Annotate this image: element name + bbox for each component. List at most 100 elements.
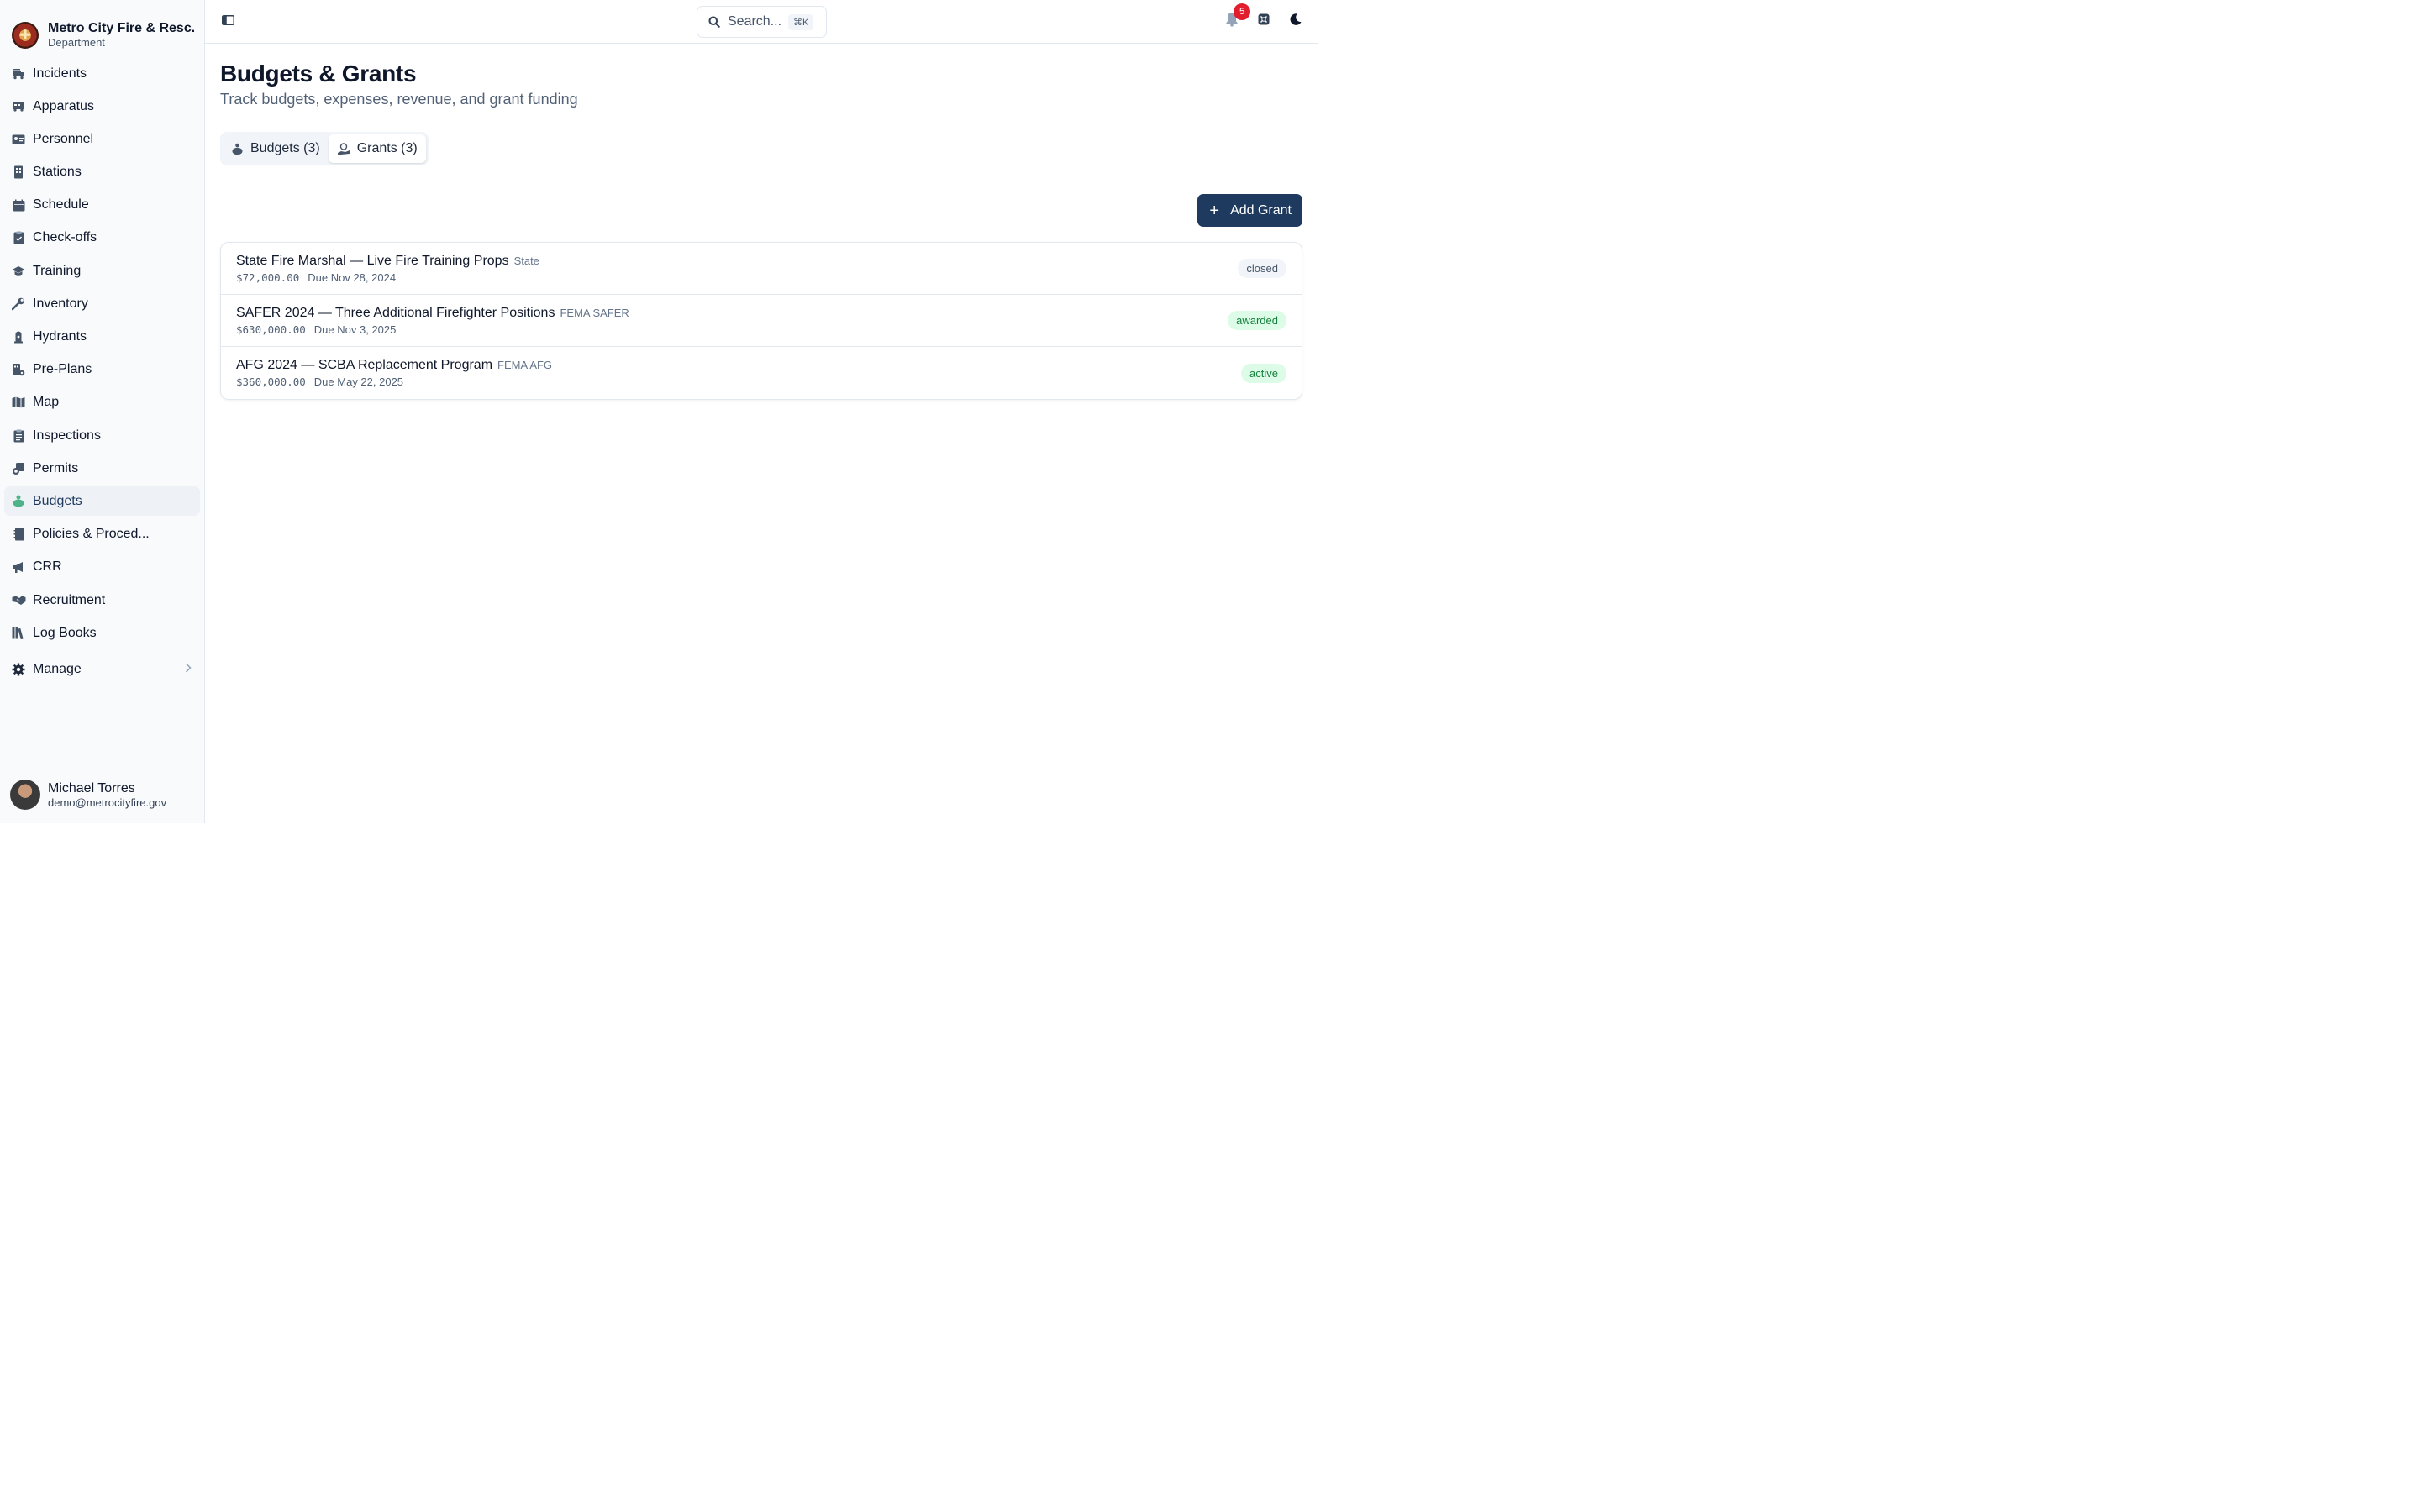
sidebar-item-label: Permits (33, 460, 79, 475)
sidebar-item-label: CRR (33, 559, 62, 575)
sidebar-item-label: Check-offs (33, 230, 97, 245)
graduation-cap-icon (11, 264, 26, 279)
sidebar-nav: Incidents Apparatus Personnel Stations S… (0, 59, 204, 687)
notifications-button[interactable]: 5 (1225, 3, 1250, 31)
clipboard-list-icon (11, 428, 26, 444)
sidebar-item-check-offs[interactable]: Check-offs (4, 223, 200, 253)
grant-list: State Fire Marshal — Live Fire Training … (220, 242, 1302, 400)
sidebar-item-policies[interactable]: Policies & Proced... (4, 520, 200, 549)
sidebar-item-label: Map (33, 395, 60, 410)
sidebar-item-personnel[interactable]: Personnel (4, 124, 200, 154)
search-button[interactable]: Search... ⌘K (697, 6, 827, 38)
page-title: Budgets & Grants (220, 60, 417, 87)
grant-row[interactable]: State Fire Marshal — Live Fire Training … (221, 243, 1302, 295)
sidebar-item-crr[interactable]: CRR (4, 553, 200, 582)
gear-icon (11, 662, 26, 677)
grant-title: State Fire Marshal — Live Fire Training … (236, 253, 509, 268)
dark-mode-icon[interactable] (1289, 13, 1302, 30)
org-subtitle: Department (48, 35, 105, 49)
calendar-icon (11, 197, 26, 213)
grant-due-date: Due May 22, 2025 (313, 375, 404, 388)
sidebar-item-apparatus[interactable]: Apparatus (4, 92, 200, 121)
sidebar-item-label: Stations (33, 165, 82, 180)
chevron-right-icon (185, 662, 192, 677)
sidebar-item-hydrants[interactable]: Hydrants (4, 323, 200, 352)
sidebar-item-label: Training (33, 263, 82, 278)
building-icon (11, 165, 26, 180)
sidebar: Metro City Fire & Resc... Department Inc… (0, 0, 205, 823)
grant-source: FEMA SAFER (560, 306, 629, 319)
status-badge: awarded (1228, 311, 1286, 330)
sidebar-item-map[interactable]: Map (4, 388, 200, 417)
id-card-icon (11, 132, 26, 147)
building-plan-icon (11, 362, 26, 377)
sidebar-item-incidents[interactable]: Incidents (4, 59, 200, 88)
sidebar-item-log-books[interactable]: Log Books (4, 618, 200, 648)
books-icon (11, 626, 26, 641)
sidebar-item-manage[interactable]: Manage (4, 654, 200, 684)
status-badge: closed (1238, 259, 1286, 278)
org-name: Metro City Fire & Resc... (48, 21, 194, 36)
page-subtitle: Track budgets, expenses, revenue, and gr… (220, 91, 578, 108)
sidebar-item-inventory[interactable]: Inventory (4, 289, 200, 318)
sidebar-item-stations[interactable]: Stations (4, 158, 200, 187)
sidebar-item-budgets[interactable]: Budgets (4, 486, 200, 517)
grant-row[interactable]: SAFER 2024 — Three Additional Firefighte… (221, 295, 1302, 347)
sidebar-item-inspections[interactable]: Inspections (4, 421, 200, 450)
fire-truck-icon (11, 66, 26, 81)
tab-grants[interactable]: Grants (3) (328, 134, 426, 163)
clipboard-check-icon (11, 230, 26, 245)
search-shortcut: ⌘K (788, 13, 814, 30)
add-grant-button[interactable]: + Add Grant (1197, 194, 1302, 227)
grant-amount: $72,000.00 (236, 270, 300, 284)
plus-icon: + (1209, 201, 1220, 220)
stamp-icon (11, 461, 26, 476)
sidebar-item-training[interactable]: Training (4, 256, 200, 286)
notification-badge: 5 (1234, 3, 1250, 20)
sidebar-item-label: Policies & Proced... (33, 527, 150, 542)
grant-amount: $630,000.00 (236, 323, 306, 336)
map-icon (11, 395, 26, 410)
org-header[interactable]: Metro City Fire & Resc... Department (0, 0, 204, 57)
settings-icon[interactable] (1257, 13, 1270, 30)
sidebar-item-label: Hydrants (33, 329, 87, 344)
topbar: Search... ⌘K 5 (205, 0, 1318, 44)
sidebar-item-label: Log Books (33, 625, 97, 640)
sidebar-item-label: Manage (33, 661, 82, 676)
sidebar-item-label: Inventory (33, 296, 88, 311)
sidebar-item-label: Personnel (33, 131, 94, 146)
sidebar-item-label: Inspections (33, 428, 101, 443)
app: Metro City Fire & Resc... Department Inc… (0, 0, 1318, 823)
search-placeholder: Search... (728, 14, 782, 29)
grant-due-date: Due Nov 3, 2025 (313, 323, 397, 336)
sidebar-item-label: Apparatus (33, 98, 94, 113)
wrench-icon (11, 297, 26, 312)
book-icon (11, 527, 26, 542)
grant-due-date: Due Nov 28, 2024 (308, 270, 397, 284)
hydrant-icon (11, 329, 26, 344)
sidebar-toggle-icon[interactable] (222, 14, 234, 29)
sidebar-item-recruitment[interactable]: Recruitment (4, 585, 200, 615)
tab-budgets[interactable]: Budgets (3) (223, 134, 329, 163)
grant-source: State (513, 254, 539, 267)
status-badge: active (1241, 363, 1286, 383)
sidebar-item-schedule[interactable]: Schedule (4, 191, 200, 220)
sidebar-item-label: Incidents (33, 66, 87, 81)
megaphone-icon (11, 559, 26, 575)
piggy-bank-icon (11, 494, 26, 509)
grant-amount: $360,000.00 (236, 375, 306, 388)
tab-label: Budgets (3) (250, 141, 320, 155)
truck-icon (11, 99, 26, 114)
handshake-icon (11, 593, 26, 608)
search-icon (708, 16, 720, 28)
avatar (10, 780, 40, 810)
sidebar-item-permits[interactable]: Permits (4, 454, 200, 483)
grant-row[interactable]: AFG 2024 — SCBA Replacement Program FEMA … (221, 347, 1302, 399)
user-name: Michael Torres (48, 780, 135, 795)
user-profile[interactable]: Michael Torres demo@metrocityfire.gov (10, 780, 166, 810)
tab-list: Budgets (3) Grants (3) (220, 132, 429, 165)
sidebar-item-pre-plans[interactable]: Pre-Plans (4, 355, 200, 385)
sidebar-item-label: Pre-Plans (33, 362, 92, 377)
grant-title: SAFER 2024 — Three Additional Firefighte… (236, 305, 555, 320)
sidebar-item-label: Budgets (33, 493, 82, 508)
